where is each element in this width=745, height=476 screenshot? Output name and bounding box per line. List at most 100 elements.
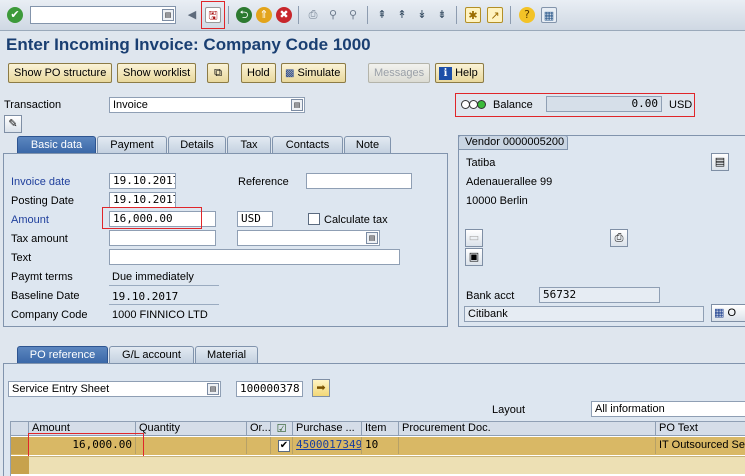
table-row[interactable] (11, 456, 745, 474)
dropdown-icon[interactable]: ▤ (207, 383, 219, 395)
row-selector[interactable] (11, 456, 29, 474)
calculate-tax-label: Calculate tax (324, 214, 388, 226)
row-selector[interactable] (11, 437, 29, 454)
next-page-icon[interactable]: ↡ (414, 7, 430, 23)
back-icon[interactable]: ⮌ (236, 7, 252, 23)
company-code-value: 1000 FINNICO LTD (112, 309, 208, 321)
column-po-text[interactable]: PO Text (656, 422, 745, 436)
vendor-detail-icon[interactable]: ▣ (465, 248, 483, 266)
reference-label: Reference (238, 176, 289, 188)
help-label: Help (455, 67, 478, 79)
grid-select-all[interactable] (11, 422, 29, 436)
bank-acct-field[interactable]: 56732 (539, 287, 660, 303)
last-page-icon[interactable]: ⇟ (434, 7, 450, 23)
print-icon[interactable]: ⎙ (305, 7, 321, 23)
layout-field[interactable]: All information (591, 401, 745, 417)
exit-icon[interactable]: ⇑ (256, 7, 272, 23)
divider (109, 304, 219, 305)
tab-details[interactable]: Details (168, 136, 226, 153)
tab-tax[interactable]: Tax (227, 136, 271, 153)
go-arrow-icon[interactable]: ➡ (312, 379, 330, 397)
layout-label: Layout (492, 404, 526, 416)
transaction-label: Transaction (4, 99, 62, 111)
bank-acct-label: Bank acct (466, 290, 515, 302)
reference-doc-type-field[interactable]: Service Entry Sheet ▤ (8, 381, 221, 397)
cell-amount[interactable]: 16,000.00 (29, 437, 136, 454)
bank-data-button-label: O (727, 307, 737, 319)
tab-gl-account[interactable]: G/L account (109, 346, 194, 363)
cell-quantity[interactable] (136, 437, 247, 454)
amount-field[interactable]: 16,000.00 (109, 211, 216, 227)
edit-check-icon: ☑ (276, 422, 287, 435)
show-worklist-button[interactable]: Show worklist (117, 63, 197, 83)
divider (109, 285, 219, 286)
dropdown-icon[interactable]: ▤ (291, 99, 303, 111)
company-code-label: Company Code (11, 309, 88, 321)
paymt-terms-value: Due immediately (112, 271, 194, 283)
other-document-icon[interactable]: ⧉ (207, 63, 229, 83)
tax-amount-field[interactable] (109, 230, 216, 246)
command-history-icon[interactable]: ▤ (162, 9, 174, 21)
first-page-icon[interactable]: ⇞ (374, 7, 390, 23)
enter-icon[interactable]: ✔ (7, 7, 23, 23)
find-icon[interactable]: ⚲ (325, 7, 341, 23)
currency-field[interactable]: USD (237, 211, 273, 227)
simulate-button[interactable]: ▩ Simulate (281, 63, 347, 83)
new-session-icon[interactable]: ✱ (465, 7, 481, 23)
vendor-name: Tatiba (466, 157, 496, 169)
text-field[interactable] (109, 249, 400, 265)
tab-po-reference[interactable]: PO reference (17, 346, 108, 363)
help-button[interactable]: i Help (435, 63, 484, 83)
column-amount[interactable]: Amount (29, 422, 136, 436)
command-input[interactable] (31, 7, 157, 23)
tax-code-field[interactable]: ▤ (237, 230, 380, 246)
show-po-structure-button[interactable]: Show PO structure (8, 63, 113, 83)
help-icon[interactable]: ? (519, 7, 535, 23)
tab-basic-data[interactable]: Basic data (17, 136, 96, 153)
balance-currency: USD (669, 99, 693, 111)
document-header-icon[interactable]: ✎ (4, 115, 22, 133)
layout-menu-icon[interactable]: ▦ (541, 7, 557, 23)
cell-item[interactable]: 10 (362, 437, 399, 454)
column-item[interactable]: Item (362, 422, 399, 436)
bank-data-button[interactable]: ▦ O (711, 304, 745, 322)
bank-name-field[interactable]: Citibank (464, 306, 704, 322)
separator (298, 6, 299, 24)
vendor-display-icon[interactable]: ▤ (711, 153, 729, 171)
previous-page-icon[interactable]: ↟ (394, 7, 410, 23)
calculate-tax-checkbox[interactable] (308, 213, 320, 225)
cell-po-text[interactable]: IT Outsourced Se (656, 437, 745, 454)
cell-procurement-doc[interactable] (399, 437, 656, 454)
cell-purchase-link[interactable]: 4500017349 (293, 437, 362, 454)
transaction-field[interactable]: Invoice ▤ (109, 97, 305, 113)
tab-material[interactable]: Material (195, 346, 258, 363)
tab-note[interactable]: Note (344, 136, 391, 153)
hold-button[interactable]: Hold (241, 63, 276, 83)
tab-payment[interactable]: Payment (97, 136, 167, 153)
column-procurement-doc[interactable]: Procurement Doc. (399, 422, 656, 436)
posting-date-field[interactable]: 19.10.2017 (109, 192, 176, 208)
column-select[interactable]: ☑ (271, 422, 293, 436)
tax-amount-label: Tax amount (11, 233, 68, 245)
save-icon[interactable]: 🖫 (205, 7, 221, 23)
find-next-icon[interactable]: ⚲ (345, 7, 361, 23)
column-order-unit[interactable]: Or... (247, 422, 271, 436)
cancel-icon[interactable]: ✖ (276, 7, 292, 23)
edit-vendor-icon[interactable]: ▭ (465, 229, 483, 247)
command-field[interactable]: ▤ (30, 6, 176, 24)
shortcut-icon[interactable]: ↗ (487, 7, 503, 23)
dropdown-icon[interactable]: ▤ (366, 232, 378, 244)
tab-contacts[interactable]: Contacts (272, 136, 343, 153)
reference-doc-number-field[interactable]: 100000378 (236, 381, 303, 397)
messages-button[interactable]: Messages (368, 63, 431, 83)
cell-order-unit[interactable] (247, 437, 271, 454)
transaction-value: Invoice (113, 99, 148, 111)
invoice-date-field[interactable]: 19.10.2017 (109, 173, 176, 189)
column-purchase[interactable]: Purchase ... (293, 422, 362, 436)
reference-field[interactable] (306, 173, 412, 189)
column-quantity[interactable]: Quantity (136, 422, 247, 436)
row-checkbox[interactable]: ✔ (278, 440, 290, 452)
vendor-header: Vendor 0000005200 (458, 135, 568, 150)
back-nav-icon[interactable]: ◀ (184, 7, 200, 23)
print-vendor-icon[interactable]: ⎙ (610, 229, 628, 247)
